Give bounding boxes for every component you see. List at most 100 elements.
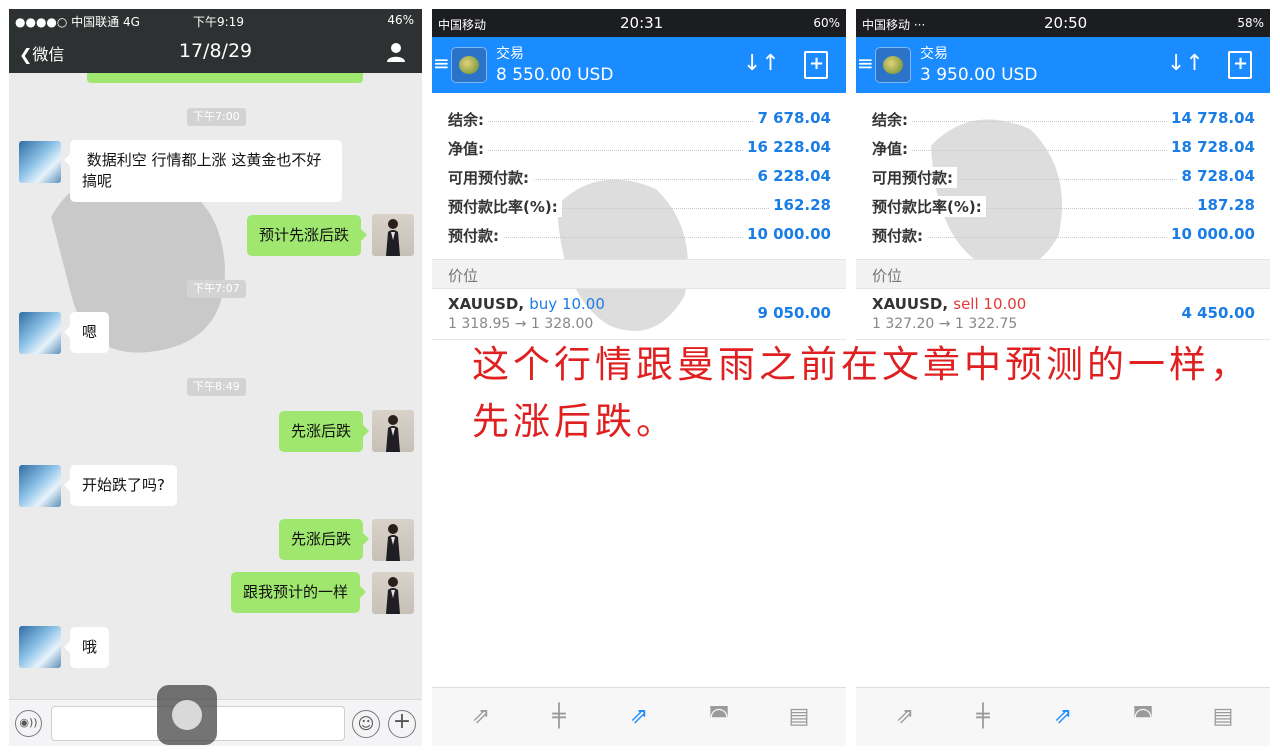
contact-avatar[interactable] — [19, 141, 61, 183]
row-value: 14 778.04 — [1167, 109, 1255, 127]
screen-title: 交易 — [920, 46, 948, 62]
assistive-touch-button[interactable] — [157, 685, 217, 745]
message-bubble-incoming[interactable]: 嗯 — [63, 312, 110, 353]
menu-icon[interactable]: ≡ — [433, 51, 450, 75]
contact-avatar[interactable] — [19, 312, 61, 354]
position-profit: 9 050.00 — [757, 304, 831, 322]
quotes-icon[interactable]: ⇗ — [466, 703, 496, 731]
plus-icon[interactable]: + — [388, 710, 416, 738]
balance-row: 结余: 7 678.04 — [448, 104, 831, 133]
app-logo-icon — [451, 47, 487, 83]
wechat-chat-panel: ●●●●○ 中国联通 4G 下午9:19 46% ❮微信 17/8/29 下午7… — [9, 9, 422, 746]
contact-avatar[interactable] — [19, 626, 61, 668]
timestamp-label: 下午7:07 — [187, 280, 246, 298]
row-value: 7 678.04 — [753, 109, 831, 127]
free-margin-row: 可用预付款: 8 728.04 — [872, 162, 1255, 191]
section-title: 价位 — [448, 267, 479, 285]
previous-message-bubble — [87, 73, 363, 83]
carrier-label: 中国移动 ··· — [862, 18, 926, 32]
contact-profile-icon[interactable] — [386, 42, 406, 62]
row-label: 可用预付款: — [872, 167, 957, 188]
contact-avatar[interactable] — [19, 465, 61, 507]
equity-row: 净值: 16 228.04 — [448, 133, 831, 162]
user-avatar[interactable] — [372, 519, 414, 561]
row-label: 预付款比率(%): — [448, 196, 562, 217]
symbol-label: XAUUSD, — [872, 295, 949, 313]
message-bubble-incoming[interactable]: 数据利空 行情都上涨 这黄金也不好 搞呢 — [64, 140, 342, 202]
row-label: 结余: — [448, 109, 488, 130]
carrier-label: 中国移动 — [438, 18, 487, 32]
status-bar: 中国移动 ··· 20:50 58% — [856, 9, 1270, 37]
trade-icon[interactable]: ⇗ — [624, 703, 654, 731]
floating-profit: 8 550.00 USD — [496, 65, 614, 85]
sort-icon[interactable]: ↓↑ — [743, 51, 780, 76]
row-label: 预付款: — [872, 225, 927, 246]
direction-label: buy 10.00 — [529, 295, 605, 313]
direction-label: sell 10.00 — [953, 295, 1027, 313]
clock-label: 下午9:19 — [193, 15, 244, 29]
position-profit: 4 450.00 — [1181, 304, 1255, 322]
message-bubble-incoming[interactable]: 开始跌了吗? — [64, 465, 177, 506]
position-row[interactable]: XAUUSD, buy 10.00 1 318.95 → 1 328.00 9 … — [432, 290, 846, 340]
new-order-icon[interactable] — [1228, 51, 1252, 79]
positions-section-header: 价位 — [432, 259, 846, 289]
history-icon[interactable]: ◚ — [704, 703, 734, 731]
row-value: 10 000.00 — [743, 225, 831, 243]
sort-icon[interactable]: ↓↑ — [1167, 51, 1204, 76]
row-value: 6 228.04 — [753, 167, 831, 185]
margin-level-row: 预付款比率(%): 162.28 — [448, 191, 831, 220]
timestamp-label: 下午8:49 — [187, 378, 246, 396]
message-bubble-outgoing[interactable]: 预计先涨后跌 — [247, 215, 368, 256]
news-icon[interactable]: ▤ — [784, 703, 814, 731]
battery-label: 46% — [387, 13, 414, 27]
row-value: 187.28 — [1193, 196, 1255, 214]
message-bubble-outgoing[interactable]: 先涨后跌 — [279, 411, 370, 452]
position-symbol: XAUUSD, buy 10.00 — [448, 295, 605, 313]
symbol-label: XAUUSD, — [448, 295, 525, 313]
news-icon[interactable]: ▤ — [1208, 703, 1238, 731]
row-value: 18 728.04 — [1167, 138, 1255, 156]
row-label: 预付款: — [448, 225, 503, 246]
message-bubble-outgoing[interactable]: 跟我预计的一样 — [231, 572, 367, 613]
screen-title: 交易 — [496, 46, 524, 62]
emoji-icon[interactable]: ☺ — [352, 710, 380, 738]
clock-label: 20:31 — [620, 14, 664, 32]
chart-icon[interactable]: ╪ — [544, 703, 574, 731]
timestamp-label: 下午7:00 — [187, 108, 246, 126]
row-label: 预付款比率(%): — [872, 196, 986, 217]
section-title: 价位 — [872, 267, 903, 285]
status-bar: 中国移动 20:31 60% — [432, 9, 846, 37]
chat-title: 17/8/29 — [178, 40, 253, 62]
positions-section-header: 价位 — [856, 259, 1270, 289]
trade-icon[interactable]: ⇗ — [1048, 703, 1078, 731]
clock-label: 20:50 — [1044, 14, 1088, 32]
chat-nav-bar: ❮微信 17/8/29 — [9, 31, 422, 73]
user-avatar[interactable] — [372, 410, 414, 452]
voice-input-icon[interactable]: ◉)) — [15, 710, 42, 737]
message-bubble-incoming[interactable]: 哦 — [63, 627, 110, 668]
row-label: 结余: — [872, 109, 912, 130]
floating-profit: 3 950.00 USD — [920, 65, 1038, 85]
free-margin-row: 可用预付款: 6 228.04 — [448, 162, 831, 191]
user-avatar[interactable] — [372, 214, 414, 256]
position-symbol: XAUUSD, sell 10.00 — [872, 295, 1026, 313]
trade-header: ≡ 交易 3 950.00 USD ↓↑ — [856, 37, 1270, 93]
quotes-icon[interactable]: ⇗ — [890, 703, 920, 731]
row-label: 可用预付款: — [448, 167, 533, 188]
row-value: 10 000.00 — [1167, 225, 1255, 243]
row-value: 162.28 — [769, 196, 831, 214]
history-icon[interactable]: ◚ — [1128, 703, 1158, 731]
chart-icon[interactable]: ╪ — [968, 703, 998, 731]
margin-row: 预付款: 10 000.00 — [872, 220, 1255, 249]
bottom-tab-bar: ⇗ ╪ ⇗ ◚ ▤ — [856, 687, 1270, 746]
new-order-icon[interactable] — [804, 51, 828, 79]
battery-label: 58% — [1237, 16, 1264, 30]
message-bubble-outgoing[interactable]: 先涨后跌 — [279, 519, 370, 560]
menu-icon[interactable]: ≡ — [857, 51, 874, 75]
margin-row: 预付款: 10 000.00 — [448, 220, 831, 249]
user-avatar[interactable] — [372, 572, 414, 614]
row-value: 8 728.04 — [1177, 167, 1255, 185]
app-logo-icon — [875, 47, 911, 83]
position-row[interactable]: XAUUSD, sell 10.00 1 327.20 → 1 322.75 4… — [856, 290, 1270, 340]
open-current-prices: 1 318.95 → 1 328.00 — [448, 316, 594, 332]
